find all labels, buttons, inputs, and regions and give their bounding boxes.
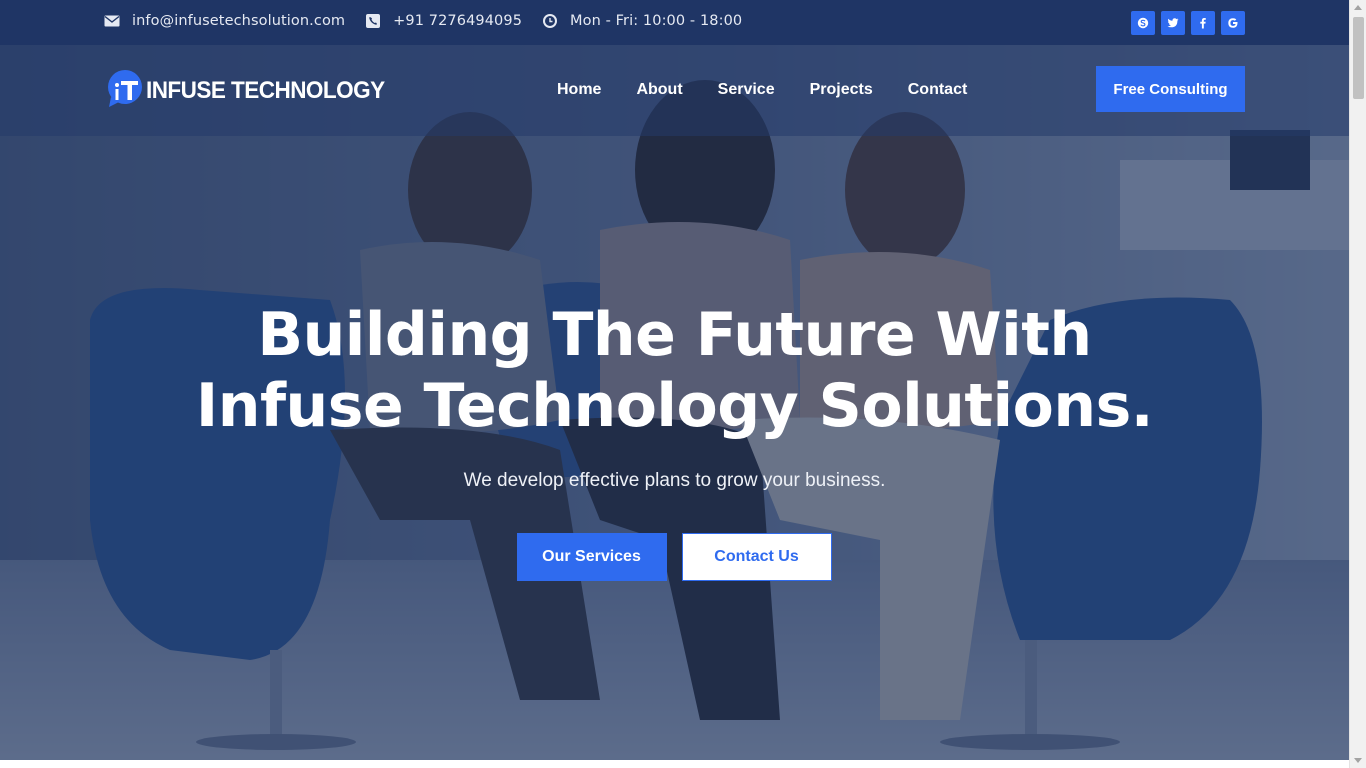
google-link[interactable] [1221, 11, 1245, 35]
hours-text: Mon - Fri: 10:00 - 18:00 [570, 13, 743, 29]
skype-icon [1137, 17, 1149, 29]
envelope-icon [104, 15, 120, 27]
logo[interactable]: INFUSE TECHNOLOGY [107, 69, 405, 109]
vertical-scrollbar[interactable] [1349, 0, 1366, 768]
hero-actions: Our Services Contact Us [0, 533, 1349, 581]
hero-title-line-2: Infuse Technology Solutions. [195, 371, 1154, 441]
logo-mark-icon [107, 69, 143, 109]
nav-item-home[interactable]: Home [557, 81, 601, 99]
twitter-link[interactable] [1161, 11, 1185, 35]
nav-item-service[interactable]: Service [718, 81, 775, 99]
hero-title: Building The Future With Infuse Technolo… [0, 300, 1349, 442]
contact-info: info@infusetechsolution.com +91 72764940… [104, 13, 762, 29]
twitter-icon [1167, 18, 1179, 28]
phone-text: +91 7276494095 [393, 13, 523, 29]
page: info@infusetechsolution.com +91 72764940… [0, 0, 1366, 768]
our-services-button[interactable]: Our Services [516, 533, 667, 581]
nav-item-projects[interactable]: Projects [810, 81, 873, 99]
hero-content: Building The Future With Infuse Technolo… [0, 300, 1349, 581]
free-consulting-button[interactable]: Free Consulting [1096, 66, 1245, 112]
phone-icon [366, 14, 381, 28]
scrollbar-thumb[interactable] [1353, 17, 1364, 99]
nav-item-contact[interactable]: Contact [908, 81, 968, 99]
clock-icon [543, 14, 558, 28]
social-links [1131, 11, 1245, 35]
page-bottom-edge [0, 760, 1349, 768]
scroll-up-arrow-icon[interactable] [1354, 5, 1362, 10]
email-text: info@infusetechsolution.com [132, 13, 346, 29]
nav-menu: Home About Service Projects Contact [557, 81, 1002, 99]
google-icon [1228, 18, 1238, 28]
contact-us-button[interactable]: Contact Us [681, 533, 832, 581]
facebook-icon [1200, 18, 1206, 29]
hours-info: Mon - Fri: 10:00 - 18:00 [542, 13, 742, 29]
email-info[interactable]: info@infusetechsolution.com [104, 13, 345, 29]
hero-title-line-1: Building The Future With [257, 300, 1092, 370]
logo-text: INFUSE TECHNOLOGY [146, 77, 385, 104]
skype-link[interactable] [1131, 11, 1155, 35]
top-info-bar: info@infusetechsolution.com +91 72764940… [0, 0, 1349, 45]
facebook-link[interactable] [1191, 11, 1215, 35]
scroll-down-arrow-icon[interactable] [1354, 758, 1362, 763]
phone-info[interactable]: +91 7276494095 [365, 13, 522, 29]
nav-item-about[interactable]: About [636, 81, 682, 99]
main-navbar: INFUSE TECHNOLOGY Home About Service Pro… [0, 45, 1349, 136]
hero-subtitle: We develop effective plans to grow your … [463, 470, 886, 491]
